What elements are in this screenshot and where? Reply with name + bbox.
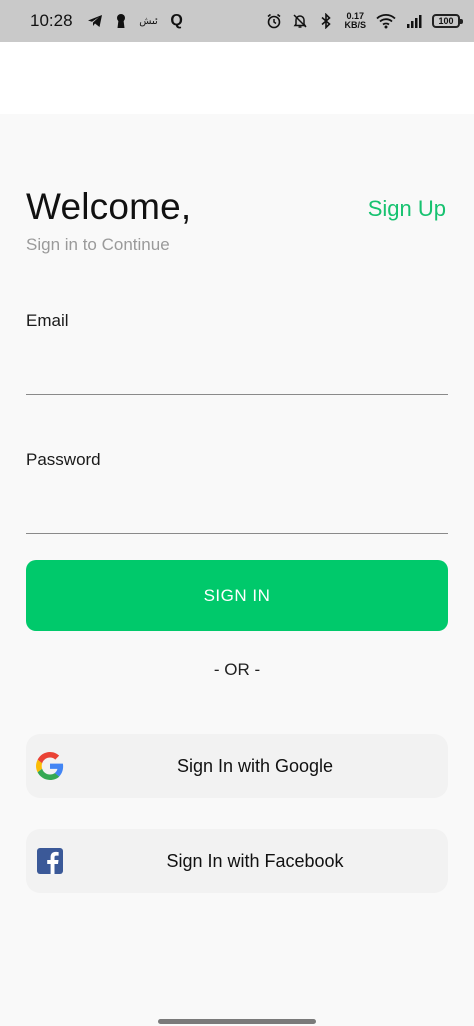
wifi-icon bbox=[376, 13, 396, 29]
signal-icon bbox=[406, 13, 422, 29]
sign-in-button[interactable]: SIGN IN bbox=[26, 560, 448, 631]
telegram-icon bbox=[87, 13, 103, 29]
status-bar: 10:28 ئىش Q 0.17 KB/S 100 bbox=[0, 0, 474, 42]
or-divider: - OR - bbox=[213, 660, 261, 679]
password-field[interactable] bbox=[26, 494, 448, 534]
home-indicator[interactable] bbox=[158, 1019, 316, 1024]
page-title: Welcome, bbox=[26, 186, 192, 227]
facebook-sign-in-label: Sign In with Facebook bbox=[166, 850, 344, 871]
page-subtitle: Sign in to Continue bbox=[26, 235, 170, 254]
bell-off-icon bbox=[292, 13, 308, 29]
facebook-sign-in-button[interactable]: Sign In with Facebook bbox=[26, 829, 448, 893]
alarm-icon bbox=[266, 13, 282, 29]
facebook-icon bbox=[36, 847, 64, 875]
status-time: 10:28 bbox=[30, 11, 73, 30]
battery-icon: 100 bbox=[432, 14, 463, 28]
network-speed: 0.17 KB/S bbox=[344, 12, 366, 30]
email-label: Email bbox=[26, 311, 69, 330]
keyhole-icon bbox=[113, 13, 129, 29]
google-sign-in-label: Sign In with Google bbox=[176, 755, 334, 776]
status-left: 10:28 ئىش Q bbox=[30, 11, 185, 31]
sign-up-link[interactable]: Sign Up bbox=[368, 196, 446, 222]
q-icon: Q bbox=[170, 12, 183, 29]
app-icon: ئىش bbox=[139, 15, 158, 27]
google-icon bbox=[36, 752, 64, 780]
status-right: 0.17 KB/S 100 bbox=[266, 12, 463, 30]
network-speed-unit: KB/S bbox=[344, 20, 366, 30]
password-label: Password bbox=[26, 450, 101, 469]
sign-in-button-label: SIGN IN bbox=[203, 585, 271, 605]
google-sign-in-button[interactable]: Sign In with Google bbox=[26, 734, 448, 798]
battery-level: 100 bbox=[438, 16, 454, 26]
email-field[interactable] bbox=[26, 355, 448, 395]
bluetooth-icon bbox=[318, 13, 334, 29]
top-bar bbox=[0, 42, 474, 114]
